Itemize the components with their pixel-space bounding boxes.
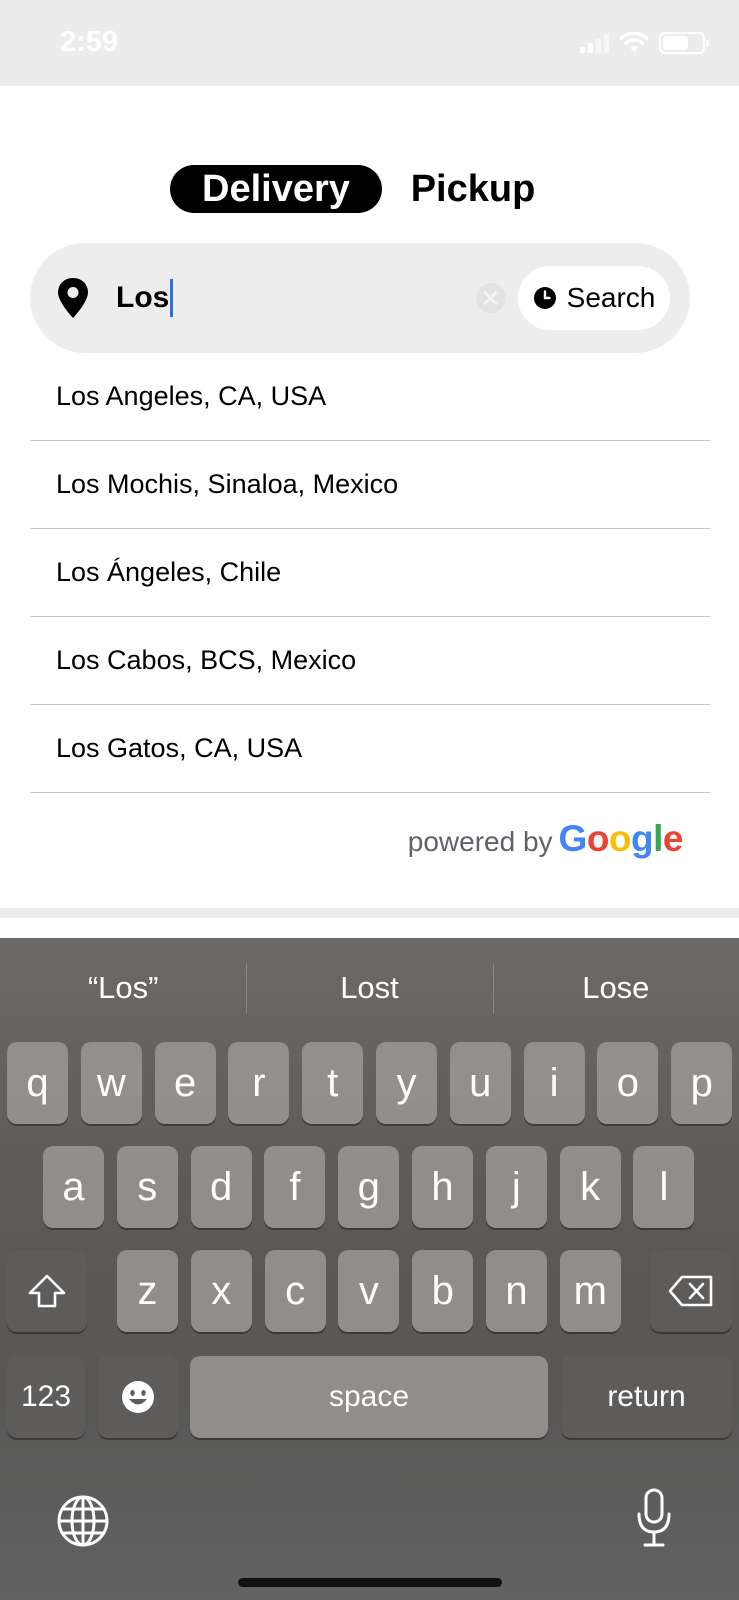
signal-icon	[580, 33, 609, 53]
google-attribution: powered by Google	[407, 818, 684, 860]
battery-icon	[659, 32, 709, 54]
key-x[interactable]: x	[190, 1250, 252, 1332]
prediction-bar: “Los” Lost Lose	[0, 938, 739, 1038]
google-logo-letter: G	[558, 818, 588, 859]
clock-icon	[533, 287, 556, 309]
status-bar: 2:59	[0, 0, 739, 86]
key-d[interactable]: d	[190, 1146, 252, 1228]
key-c[interactable]: c	[264, 1250, 326, 1332]
globe-icon[interactable]	[56, 1494, 110, 1548]
key-f[interactable]: f	[264, 1146, 326, 1228]
key-r[interactable]: r	[228, 1042, 290, 1124]
search-input-value: Los	[116, 281, 170, 314]
google-logo-letter: o	[586, 818, 610, 859]
wifi-icon	[619, 32, 649, 52]
key-b[interactable]: b	[412, 1250, 474, 1332]
key-i[interactable]: i	[523, 1042, 585, 1124]
microphone-icon[interactable]	[636, 1488, 672, 1548]
space-key[interactable]: space	[190, 1356, 548, 1438]
google-logo-letter: g	[631, 818, 654, 859]
list-item[interactable]: Los Ángeles, Chile	[30, 529, 710, 617]
return-key[interactable]: return	[561, 1356, 732, 1438]
google-logo-letter: o	[608, 818, 632, 859]
google-logo-letter: l	[653, 818, 663, 859]
search-button-label: Search	[566, 282, 656, 313]
google-logo: Google	[558, 818, 684, 860]
address-search-input[interactable]: Los	[116, 275, 174, 321]
key-p[interactable]: p	[671, 1042, 733, 1124]
prediction-item[interactable]: Lost	[246, 938, 492, 1038]
key-j[interactable]: j	[485, 1146, 547, 1228]
suggestion-list: Los Angeles, CA, USA Los Mochis, Sinaloa…	[30, 353, 710, 793]
delete-key[interactable]	[650, 1250, 732, 1332]
prediction-item[interactable]: Lose	[492, 938, 739, 1038]
google-logo-letter: e	[662, 818, 684, 859]
map-pin-icon	[58, 278, 88, 318]
text-caret	[170, 279, 174, 317]
key-o[interactable]: o	[597, 1042, 659, 1124]
key-q[interactable]: q	[7, 1042, 68, 1124]
shift-key[interactable]	[7, 1250, 87, 1332]
section-divider	[0, 908, 739, 918]
list-item[interactable]: Los Cabos, BCS, Mexico	[30, 617, 710, 705]
clear-icon[interactable]	[476, 283, 506, 313]
key-e[interactable]: e	[154, 1042, 216, 1124]
emoji-icon	[122, 1381, 154, 1413]
key-s[interactable]: s	[116, 1146, 178, 1228]
keyboard: “Los” Lost Lose qwertyuiop asdfghjkl zxc…	[0, 938, 739, 1600]
emoji-key[interactable]	[98, 1356, 178, 1438]
home-indicator	[238, 1578, 502, 1587]
key-w[interactable]: w	[80, 1042, 142, 1124]
key-l[interactable]: l	[633, 1146, 695, 1228]
key-g[interactable]: g	[338, 1146, 400, 1228]
prediction-item[interactable]: “Los”	[0, 938, 246, 1038]
list-item[interactable]: Los Angeles, CA, USA	[30, 353, 710, 441]
shift-icon	[28, 1274, 66, 1308]
address-search-bar: Los Search	[30, 243, 690, 353]
tab-delivery[interactable]: Delivery	[170, 165, 382, 213]
search-button[interactable]: Search	[518, 266, 670, 330]
key-k[interactable]: k	[559, 1146, 621, 1228]
key-z[interactable]: z	[117, 1250, 178, 1332]
key-n[interactable]: n	[486, 1250, 547, 1332]
backspace-icon	[668, 1275, 713, 1307]
key-v[interactable]: v	[338, 1250, 400, 1332]
key-m[interactable]: m	[559, 1250, 621, 1332]
numbers-key[interactable]: 123	[7, 1356, 85, 1438]
list-item[interactable]: Los Mochis, Sinaloa, Mexico	[30, 441, 710, 529]
status-time: 2:59	[60, 26, 119, 58]
attribution-prefix: powered by	[407, 826, 553, 857]
key-y[interactable]: y	[376, 1042, 437, 1124]
tab-pickup[interactable]: Pickup	[398, 165, 548, 213]
key-h[interactable]: h	[412, 1146, 473, 1228]
list-item[interactable]: Los Gatos, CA, USA	[30, 705, 710, 793]
delivery-pickup-toggle: Delivery Pickup	[170, 165, 570, 213]
status-icons	[580, 32, 709, 54]
key-t[interactable]: t	[302, 1042, 364, 1124]
key-u[interactable]: u	[449, 1042, 511, 1124]
key-a[interactable]: a	[43, 1146, 104, 1228]
